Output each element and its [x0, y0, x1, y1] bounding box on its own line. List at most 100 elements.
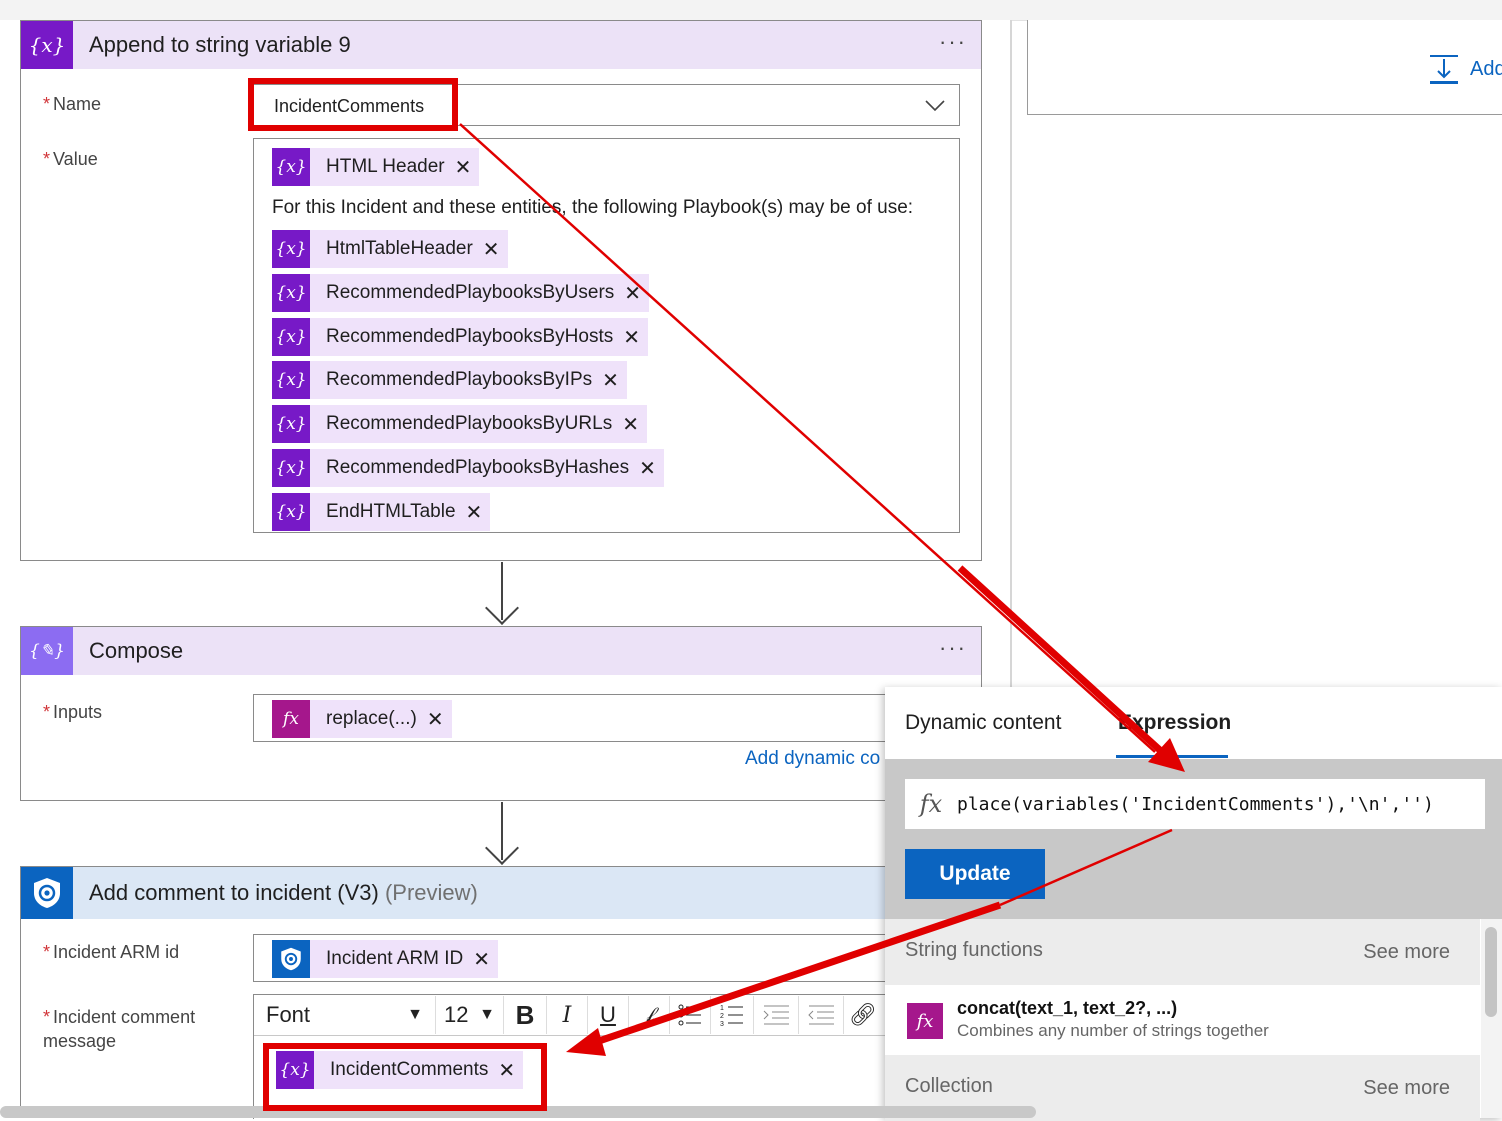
variable-icon: {x}	[272, 449, 310, 487]
update-button[interactable]: Update	[905, 849, 1045, 899]
token-end-html-table: {x} EndHTMLTable ✕	[272, 493, 491, 531]
panel-scrollbar[interactable]	[1481, 919, 1502, 1118]
more-options-icon[interactable]: ···	[939, 29, 967, 55]
svg-text:2: 2	[720, 1013, 724, 1020]
token-label: RecommendedPlaybooksByHosts	[326, 326, 614, 347]
token-label: RecommendedPlaybooksByHashes	[326, 457, 630, 478]
expression-input[interactable]: fx place(variables('IncidentComments'),'…	[905, 779, 1485, 829]
append-variable-card: {x} Append to string variable 9 ··· * Nam…	[20, 20, 982, 561]
dynamic-content-panel: Dynamic content Expression fx place(vari…	[885, 687, 1502, 1121]
token-label: EndHTMLTable	[326, 501, 456, 522]
tab-expression[interactable]: Expression	[1118, 711, 1231, 735]
top-strip	[0, 0, 1502, 21]
remove-token-icon[interactable]: ✕	[427, 707, 444, 732]
color-button[interactable]: 𝒻	[629, 996, 670, 1034]
font-size-select[interactable]: 12 ▼	[436, 996, 504, 1034]
bold-button[interactable]: B	[504, 996, 547, 1034]
append-card-title: Append to string variable 9	[89, 32, 351, 57]
annotation-highlight-token	[263, 1043, 547, 1111]
sentinel-icon	[272, 940, 310, 978]
remove-token-icon[interactable]: ✕	[466, 500, 483, 525]
remove-token-icon[interactable]: ✕	[622, 412, 639, 437]
value-label: * Value	[43, 149, 98, 169]
annotation-highlight-name	[248, 78, 458, 131]
variable-icon: {x}	[272, 361, 310, 399]
section-title: Collection	[905, 1075, 993, 1097]
indent-icon[interactable]	[754, 996, 799, 1034]
more-options-icon[interactable]: ···	[939, 635, 967, 661]
comment-card-title: Add comment to incident (V3) (Preview)	[89, 880, 478, 905]
variable-icon: {x}	[272, 318, 310, 356]
token-html-header: {x} HTML Header ✕	[272, 148, 480, 186]
expression-icon: fx	[272, 700, 310, 738]
function-description: Combines any number of strings together	[957, 1021, 1269, 1040]
token-label: RecommendedPlaybooksByUsers	[326, 282, 615, 303]
remove-token-icon[interactable]: ✕	[639, 456, 656, 481]
remove-token-icon[interactable]: ✕	[624, 281, 641, 306]
function-name: concat(text_1, text_2?, ...)	[957, 998, 1178, 1018]
add-step-icon	[1430, 55, 1458, 84]
scrollbar-thumb[interactable]	[1485, 927, 1497, 1017]
token-label: HtmlTableHeader	[326, 238, 473, 259]
name-label: * Name	[43, 94, 102, 114]
dropdown-arrow-icon: ▼	[479, 1006, 495, 1023]
tab-dynamic-content[interactable]: Dynamic content	[905, 711, 1061, 735]
remove-token-icon[interactable]: ✕	[623, 325, 640, 350]
numbered-list-icon[interactable]: 123	[711, 996, 754, 1034]
comment-card-header[interactable]: Add comment to incident (V3) (Preview)	[21, 867, 981, 919]
italic-button[interactable]: I	[547, 996, 588, 1034]
svg-text:1: 1	[720, 1005, 724, 1012]
token-playbooks-by-urls: {x} RecommendedPlaybooksByURLs ✕	[272, 405, 647, 443]
remove-token-icon[interactable]: ✕	[455, 155, 472, 180]
token-label: HTML Header	[326, 156, 445, 177]
remove-token-icon[interactable]: ✕	[483, 237, 500, 262]
underline-button[interactable]: U	[588, 996, 629, 1034]
compose-icon: {✎}	[21, 627, 73, 675]
dropdown-arrow-icon: ▼	[407, 1006, 423, 1023]
append-card-header[interactable]: {x} Append to string variable 9 ···	[21, 21, 981, 69]
add-action-button[interactable]: Add	[1428, 52, 1502, 86]
variable-icon: {x}	[21, 21, 73, 69]
string-functions-section: String functions See more	[885, 919, 1480, 985]
incident-arm-id-label: * Incident ARM id	[43, 942, 180, 962]
inputs-field[interactable]: fx replace(...) ✕	[253, 694, 960, 742]
value-field[interactable]: {x} HTML Header ✕ For this Incident and …	[253, 138, 960, 533]
bulleted-list-icon[interactable]	[670, 996, 711, 1034]
token-playbooks-by-hosts: {x} RecommendedPlaybooksByHosts ✕	[272, 318, 649, 356]
see-more-link[interactable]: See more	[1363, 941, 1450, 964]
section-title: String functions	[905, 939, 1043, 961]
remove-token-icon[interactable]: ✕	[602, 368, 619, 393]
token-playbooks-by-users: {x} RecommendedPlaybooksByUsers ✕	[272, 274, 650, 312]
fx-icon: fx	[907, 1003, 943, 1039]
remove-token-icon[interactable]: ✕	[473, 947, 490, 972]
svg-text:3: 3	[720, 1021, 724, 1026]
token-label: RecommendedPlaybooksByURLs	[326, 413, 613, 434]
sentinel-icon	[21, 867, 73, 919]
variable-icon: {x}	[272, 230, 310, 268]
chevron-down-icon	[925, 100, 945, 112]
token-playbooks-by-ips: {x} RecommendedPlaybooksByIPs ✕	[272, 361, 627, 399]
see-more-link[interactable]: See more	[1363, 1077, 1450, 1100]
link-icon[interactable]: 🔗︎	[844, 996, 882, 1034]
token-playbooks-by-hashes: {x} RecommendedPlaybooksByHashes ✕	[272, 449, 664, 487]
variable-icon: {x}	[272, 493, 310, 531]
function-item-concat[interactable]: fx concat(text_1, text_2?, ...) Combines…	[885, 985, 1480, 1055]
add-dynamic-content-link[interactable]: Add dynamic co	[745, 748, 880, 770]
variable-icon: {x}	[272, 148, 310, 186]
variable-icon: {x}	[272, 274, 310, 312]
font-select[interactable]: Font ▼	[254, 996, 436, 1034]
active-tab-indicator	[1116, 755, 1228, 758]
rich-text-toolbar: Font ▼ 12 ▼ B I U 𝒻 123 🔗︎	[254, 995, 959, 1036]
token-label: RecommendedPlaybooksByIPs	[326, 369, 593, 390]
incident-arm-id-field[interactable]: Incident ARM ID ✕	[253, 934, 960, 982]
token-label: replace(...)	[326, 708, 417, 729]
expression-text: place(variables('IncidentComments'),'\n'…	[957, 793, 1434, 815]
fx-icon: fx	[919, 790, 943, 818]
incident-comment-label: * Incident comment message	[43, 1007, 196, 1051]
outdent-icon[interactable]	[799, 996, 844, 1034]
token-incident-arm-id: Incident ARM ID ✕	[272, 940, 499, 978]
compose-card-header[interactable]: {✎} Compose ···	[21, 627, 981, 675]
compose-card-title: Compose	[89, 638, 184, 663]
compose-card: {✎} Compose ··· * Inputs fx replace(...) …	[20, 626, 982, 801]
value-text: For this Incident and these entities, th…	[272, 197, 914, 218]
